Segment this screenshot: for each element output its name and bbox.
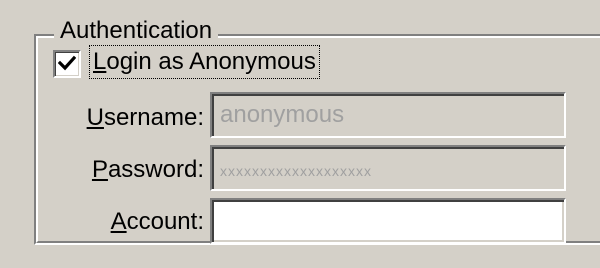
account-input[interactable] <box>210 198 566 244</box>
checkmark-icon <box>58 55 76 71</box>
login-as-anonymous-label[interactable]: Login as Anonymous <box>89 45 320 79</box>
account-label: Account: <box>111 207 204 237</box>
username-label: Username: <box>87 103 204 133</box>
password-input[interactable] <box>210 145 566 191</box>
password-label: Password: <box>92 155 204 185</box>
login-as-anonymous-mnemonic: L <box>93 48 107 75</box>
password-label-text: assword: <box>107 156 204 183</box>
password-mnemonic: P <box>91 156 108 183</box>
authentication-group-title: Authentication <box>54 16 219 46</box>
login-as-anonymous-label-text: ogin as Anonymous <box>106 48 316 75</box>
account-mnemonic: A <box>110 208 127 235</box>
username-input[interactable] <box>210 92 566 138</box>
username-label-text: sername: <box>103 104 204 131</box>
username-mnemonic: U <box>86 104 104 131</box>
login-as-anonymous-checkbox[interactable] <box>53 50 81 78</box>
account-label-text: ccount: <box>126 208 204 235</box>
